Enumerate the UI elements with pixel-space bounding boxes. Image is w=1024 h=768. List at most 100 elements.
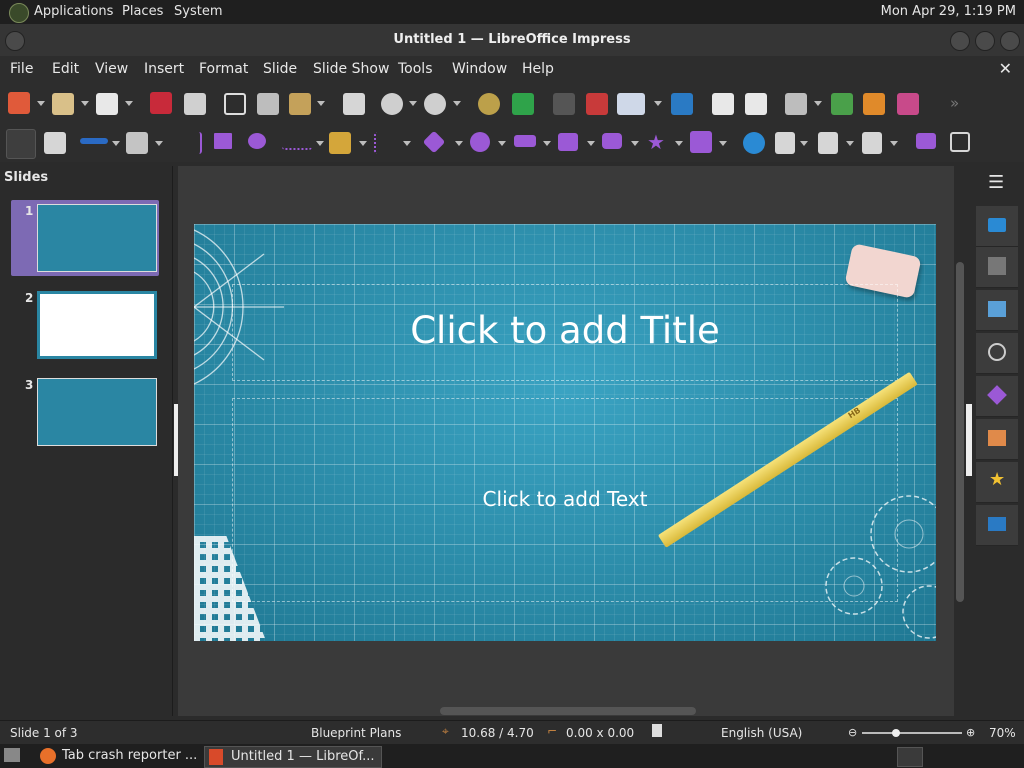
shadow-icon[interactable] (916, 133, 936, 149)
menu-edit[interactable]: Edit (52, 61, 79, 77)
chevron-down-icon[interactable] (155, 141, 163, 146)
ellipse-icon[interactable] (248, 133, 266, 149)
menu-help[interactable]: Help (522, 61, 554, 77)
chevron-down-icon[interactable] (81, 101, 89, 106)
chevron-down-icon[interactable] (543, 141, 551, 146)
crop-icon[interactable] (950, 132, 970, 152)
title-placeholder[interactable]: Click to add Title (232, 284, 898, 381)
clock[interactable]: Mon Apr 29, 1:19 PM (881, 4, 1016, 19)
export-pdf-icon[interactable] (150, 92, 172, 114)
taskbar-item-crash-reporter[interactable]: Tab crash reporter ... (36, 746, 203, 766)
more-tools-icon[interactable]: » (950, 94, 959, 112)
sidebar-properties-button[interactable] (976, 206, 1018, 247)
workspace-switcher[interactable] (897, 747, 923, 767)
start-first-slide-icon[interactable] (712, 93, 734, 115)
undo-icon[interactable] (381, 93, 403, 115)
distribute-icon[interactable] (862, 132, 882, 154)
zoom-in-icon[interactable]: ⊕ (966, 726, 975, 739)
start-current-slide-icon[interactable] (745, 93, 767, 115)
master-slide-name[interactable]: Blueprint Plans (311, 726, 401, 740)
chevron-down-icon[interactable] (654, 101, 662, 106)
chevron-down-icon[interactable] (814, 101, 822, 106)
chevron-down-icon[interactable] (453, 101, 461, 106)
cut-icon[interactable] (224, 93, 246, 115)
menu-format[interactable]: Format (199, 61, 248, 77)
close-window-button[interactable] (1000, 31, 1020, 51)
chevron-down-icon[interactable] (631, 141, 639, 146)
applications-menu[interactable]: Applications (34, 4, 113, 19)
master-slide-icon[interactable] (671, 93, 693, 115)
3d-objects-icon[interactable] (690, 131, 712, 153)
slide-canvas[interactable]: Click to add Title Click to add Text HB (194, 224, 936, 641)
arrange-icon[interactable] (818, 132, 838, 154)
callouts-icon[interactable] (602, 133, 622, 149)
chevron-down-icon[interactable] (359, 141, 367, 146)
lines-arrows-icon[interactable] (282, 134, 312, 150)
window-titlebar[interactable]: Untitled 1 — LibreOffice Impress (0, 24, 1024, 56)
show-desktop-icon[interactable] (4, 748, 20, 762)
menu-view[interactable]: View (95, 61, 128, 77)
taskbar-item-libreoffice[interactable]: Untitled 1 — LibreOf... (204, 746, 382, 768)
language-status[interactable]: English (USA) (721, 726, 802, 740)
redo-icon[interactable] (424, 93, 446, 115)
text-placeholder-text[interactable]: Click to add Text (233, 487, 897, 511)
snap-guides-icon[interactable] (586, 93, 608, 115)
align-objects-icon[interactable] (775, 132, 795, 154)
line-color-icon[interactable] (80, 138, 108, 144)
places-menu[interactable]: Places (122, 4, 163, 19)
chevron-down-icon[interactable] (890, 141, 898, 146)
collapse-sidebar-handle[interactable] (966, 404, 972, 476)
sidebar-slide-transition-button[interactable] (976, 419, 1018, 460)
chevron-down-icon[interactable] (587, 141, 595, 146)
sidebar-menu-icon[interactable]: ☰ (988, 172, 1004, 193)
chevron-down-icon[interactable] (455, 141, 463, 146)
menu-slide-show[interactable]: Slide Show (313, 61, 389, 77)
smiley-icon[interactable] (470, 132, 490, 152)
chevron-down-icon[interactable] (317, 101, 325, 106)
slide-thumbnail-1[interactable] (37, 204, 157, 272)
menu-tools[interactable]: Tools (398, 61, 433, 77)
chevron-down-icon[interactable] (846, 141, 854, 146)
spelling-icon[interactable] (512, 93, 534, 115)
sidebar-animation-button[interactable]: ★ (976, 462, 1018, 503)
sidebar-styles-button[interactable] (976, 247, 1018, 288)
stars-icon[interactable]: ★ (647, 130, 665, 154)
chevron-down-icon[interactable] (403, 141, 411, 146)
slide-thumbnail-2[interactable] (37, 291, 157, 359)
fill-color-icon[interactable] (126, 132, 148, 154)
zoom-pan-icon[interactable] (44, 132, 66, 154)
text-placeholder[interactable]: Click to add Text (232, 398, 898, 602)
rectangle-icon[interactable] (214, 133, 232, 149)
zoom-level[interactable]: 70% (989, 726, 1016, 740)
open-folder-icon[interactable] (52, 93, 74, 115)
curves-icon[interactable] (329, 132, 351, 154)
chevron-down-icon[interactable] (800, 141, 808, 146)
sidebar-navigator-button[interactable] (976, 333, 1018, 374)
sidebar-gallery-button[interactable] (976, 290, 1018, 331)
connectors-icon[interactable] (374, 132, 398, 154)
menu-insert[interactable]: Insert (144, 61, 184, 77)
chevron-down-icon[interactable] (409, 101, 417, 106)
print-icon[interactable] (184, 93, 206, 115)
paste-icon[interactable] (289, 93, 311, 115)
chevron-down-icon[interactable] (37, 101, 45, 106)
grid-icon[interactable] (553, 93, 575, 115)
system-menu[interactable]: System (174, 4, 222, 19)
block-arrows-icon[interactable] (514, 135, 536, 147)
zoom-slider-thumb[interactable] (892, 729, 900, 737)
display-views-icon[interactable] (617, 93, 645, 115)
slide-thumbnail-3[interactable] (37, 378, 157, 446)
vertical-scrollbar[interactable] (956, 262, 964, 602)
gnome-foot-icon[interactable] (9, 3, 29, 23)
sidebar-shapes-button[interactable] (976, 376, 1018, 417)
new-slide-icon[interactable] (8, 92, 30, 114)
copy-icon[interactable] (257, 93, 279, 115)
insert-chart-icon[interactable] (897, 93, 919, 115)
chevron-down-icon[interactable] (498, 141, 506, 146)
insert-media-icon[interactable] (863, 93, 885, 115)
table-icon[interactable] (785, 93, 807, 115)
menu-file[interactable]: File (10, 61, 33, 77)
find-replace-icon[interactable] (478, 93, 500, 115)
insert-image-icon[interactable] (831, 93, 853, 115)
flowchart-icon[interactable] (558, 133, 578, 151)
